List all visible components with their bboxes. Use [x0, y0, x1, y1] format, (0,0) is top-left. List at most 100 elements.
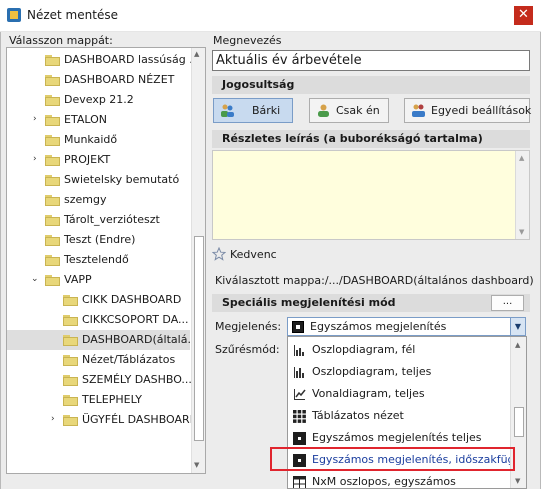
folder-icon: [45, 115, 60, 126]
chevron-right-icon[interactable]: ›: [33, 154, 41, 164]
option-single-number-period[interactable]: Egyszámos megjelenítés, időszakfüggő: [288, 449, 526, 471]
scrollbar-thumb[interactable]: [514, 407, 524, 437]
folder-icon: [45, 135, 60, 146]
chevron-right-icon[interactable]: ›: [51, 414, 59, 424]
option-label: NxM oszlopos, egyszámos: [312, 475, 456, 488]
folder-icon: [63, 315, 78, 326]
display-mode-selected-value: Egyszámos megjelenítés: [310, 320, 447, 333]
tree-item[interactable]: › ETALON: [7, 110, 190, 130]
option-grid-view[interactable]: Táblázatos nézet: [288, 405, 510, 427]
dropdown-scrollbar[interactable]: ▲ ▼: [510, 337, 526, 488]
tree-item[interactable]: › ÜGYFÉL DASHBOARD: [7, 410, 198, 430]
option-single-number-full[interactable]: Egyszámos megjelenítés teljes: [288, 427, 510, 449]
permission-anyone-button[interactable]: Bárki: [213, 98, 293, 123]
scroll-down-icon[interactable]: ▼: [194, 461, 199, 469]
tree-item-label: Tárolt_verzióteszt: [64, 213, 160, 226]
description-textarea[interactable]: ▲ ▼: [212, 150, 530, 240]
tree-item-label: Tesztelendő: [64, 253, 129, 266]
tree-item[interactable]: DASHBOARD NÉZET: [7, 70, 190, 90]
tree-item-label: ETALON: [64, 113, 107, 126]
tree-item-label: PROJEKT: [64, 153, 111, 166]
selected-folder-path: Kiválasztott mappa:/.../DASHBOARD(általá…: [215, 274, 534, 287]
description-scrollbar[interactable]: ▲ ▼: [515, 151, 529, 239]
close-button[interactable]: ✕: [514, 6, 533, 25]
option-label: Egyszámos megjelenítés, időszakfüggő: [312, 453, 527, 466]
display-mode-select[interactable]: Egyszámos megjelenítés ▼: [287, 317, 526, 336]
tree-item[interactable]: Tesztelendő: [7, 250, 190, 270]
folder-icon: [63, 415, 78, 426]
option-nxm-table[interactable]: NxM oszlopos, egyszámos: [288, 471, 510, 488]
tree-item[interactable]: Nézet/Táblázatos: [7, 350, 190, 370]
permissions-header: Jogosultság: [212, 76, 530, 94]
tree-item[interactable]: Munkaidő: [7, 130, 190, 150]
single-number-icon: [293, 454, 306, 467]
name-input[interactable]: Aktuális év árbevétele: [212, 50, 530, 71]
chevron-down-icon[interactable]: ⌄: [31, 274, 39, 284]
window-title: Nézet mentése: [27, 8, 118, 22]
tree-item[interactable]: CIKKCSOPORT DA...: [7, 310, 190, 330]
line-chart-icon: [293, 388, 306, 401]
tree-item[interactable]: Tárolt_verzióteszt: [7, 210, 190, 230]
favorite-label: Kedvenc: [230, 248, 277, 261]
chevron-down-icon[interactable]: ▼: [510, 318, 525, 335]
bar-chart-icon: [293, 366, 306, 379]
table-icon: [293, 476, 306, 488]
tree-item-label: CIKK DASHBOARD: [82, 293, 182, 306]
option-label: Táblázatos nézet: [312, 409, 404, 422]
option-bar-chart[interactable]: Oszlopdiagram, teljes: [288, 361, 510, 383]
scroll-down-icon[interactable]: ▼: [515, 477, 520, 485]
tree-item[interactable]: TELEPHELY: [7, 390, 190, 410]
permission-only-me-button[interactable]: Csak én: [309, 98, 389, 123]
folder-icon: [45, 75, 60, 86]
tree-item-label: szemgy: [64, 193, 107, 206]
option-label: Egyszámos megjelenítés teljes: [312, 431, 482, 444]
name-label: Megnevezés: [213, 34, 282, 47]
tree-item[interactable]: › PROJEKT: [7, 150, 190, 170]
tree-item[interactable]: Teszt (Endre): [7, 230, 190, 250]
folder-icon: [45, 175, 60, 186]
more-options-button[interactable]: ...: [491, 295, 524, 311]
scroll-up-icon[interactable]: ▲: [194, 50, 199, 58]
permission-custom-button[interactable]: Egyedi beállítások: [404, 98, 531, 123]
grid-icon: [293, 410, 306, 423]
user-icon: [316, 103, 331, 118]
star-icon[interactable]: [211, 246, 227, 261]
option-half-bar-chart[interactable]: Oszlopdiagram, fél: [288, 339, 510, 361]
tree-item-label: DASHBOARD(általá...: [82, 333, 198, 346]
app-icon: [6, 7, 22, 23]
tree-item-selected[interactable]: DASHBOARD(általá...: [7, 330, 198, 350]
scroll-up-icon[interactable]: ▲: [519, 154, 524, 162]
permission-only-me-label: Csak én: [336, 104, 380, 117]
option-line-chart[interactable]: Vonaldiagram, teljes: [288, 383, 510, 405]
folder-icon: [63, 375, 78, 386]
display-mode-dropdown[interactable]: Oszlopdiagram, fél Oszlopdiagram, teljes…: [287, 336, 527, 489]
description-header: Részletes leírás (a buborékságó tartalma…: [212, 130, 530, 148]
scroll-down-icon[interactable]: ▼: [519, 228, 524, 236]
tree-scrollbar[interactable]: ▲ ▼: [191, 48, 205, 473]
folder-icon: [45, 95, 60, 106]
folder-icon: [63, 335, 78, 346]
option-label: Vonaldiagram, teljes: [312, 387, 425, 400]
tree-item-label: Teszt (Endre): [64, 233, 136, 246]
tree-item[interactable]: ⌄ VAPP: [7, 270, 190, 290]
tree-item[interactable]: Devexp 21.2: [7, 90, 190, 110]
folder-icon: [45, 215, 60, 226]
scroll-up-icon[interactable]: ▲: [515, 341, 520, 349]
folder-tree[interactable]: DASHBOARD lassúság ... DASHBOARD NÉZET D…: [6, 47, 206, 474]
scrollbar-thumb[interactable]: [194, 236, 204, 441]
tree-item-label: ÜGYFÉL DASHBOARD: [82, 413, 199, 426]
tree-item[interactable]: szemgy: [7, 190, 190, 210]
tree-item[interactable]: DASHBOARD lassúság ...: [7, 50, 200, 70]
half-bar-chart-icon: [293, 344, 306, 357]
folder-icon: [63, 355, 78, 366]
permission-anyone-label: Bárki: [252, 104, 281, 117]
chevron-right-icon[interactable]: ›: [33, 114, 41, 124]
folder-icon: [63, 395, 78, 406]
tree-item[interactable]: CIKK DASHBOARD: [7, 290, 190, 310]
tree-item[interactable]: Swietelsky bemutató: [7, 170, 190, 190]
single-number-icon: [292, 321, 304, 333]
custom-users-icon: [411, 103, 426, 118]
folder-icon: [45, 255, 60, 266]
tree-item[interactable]: SZEMÉLY DASHBO...: [7, 370, 192, 390]
folder-icon: [45, 195, 60, 206]
